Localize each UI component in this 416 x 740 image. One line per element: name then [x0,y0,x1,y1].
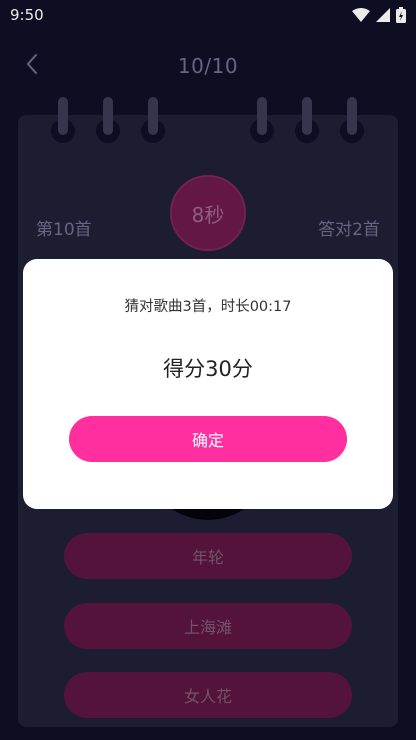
confirm-button[interactable]: 确定 [69,416,347,462]
result-dialog: 猜对歌曲3首，时长00:17 得分30分 确定 [23,259,393,509]
result-summary: 猜对歌曲3首，时长00:17 [124,299,292,315]
result-score: 得分30分 [163,357,253,381]
